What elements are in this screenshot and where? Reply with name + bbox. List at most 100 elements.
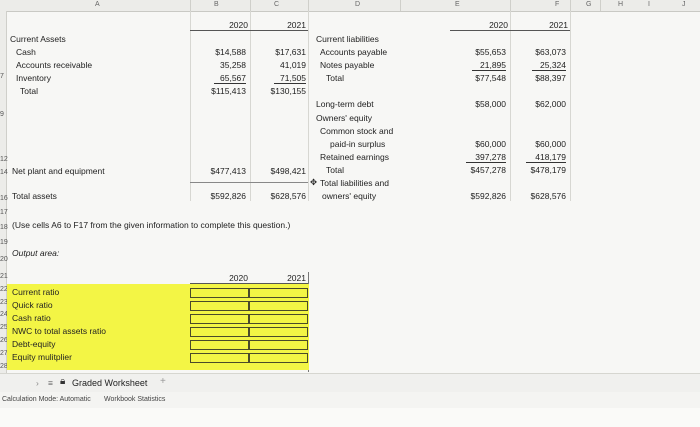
ltd-2021[interactable]: $62,000 — [516, 99, 566, 109]
net-plant-2021[interactable]: $498,421 — [256, 166, 306, 176]
year-2020-left[interactable]: 2020 — [210, 20, 248, 30]
answer-input-nwc-2021[interactable] — [249, 327, 308, 337]
ratio-nwc[interactable]: NWC to total assets ratio — [12, 326, 106, 336]
answer-input-em-2020[interactable] — [190, 353, 249, 363]
cl-total-2020[interactable]: $77,548 — [456, 73, 506, 83]
col-h[interactable]: H — [618, 1, 623, 8]
ca-total-2021[interactable]: $130,155 — [256, 86, 306, 96]
cash-label[interactable]: Cash — [16, 47, 36, 57]
common-stock-label-1[interactable]: Common stock and — [320, 126, 393, 136]
ltd-2020[interactable]: $58,000 — [456, 99, 506, 109]
net-plant-label[interactable]: Net plant and equipment — [12, 166, 105, 176]
row-num[interactable]: 12 — [0, 156, 8, 163]
col-d[interactable]: D — [355, 1, 360, 8]
inventory-2020[interactable]: 65,567 — [214, 73, 246, 84]
output-year-2020[interactable]: 2020 — [214, 273, 248, 283]
row-num[interactable]: 21 — [0, 273, 8, 280]
scroll-right-icon[interactable]: › — [36, 378, 39, 388]
owners-equity-label[interactable]: Owners' equity — [316, 113, 372, 123]
output-year-2021[interactable]: 2021 — [272, 273, 306, 283]
col-c[interactable]: C — [274, 1, 279, 8]
ca-total-2020[interactable]: $115,413 — [196, 86, 246, 96]
answer-input-quick-2020[interactable] — [190, 301, 249, 311]
equity-total-2021[interactable]: $478,179 — [516, 165, 566, 175]
cl-total-label[interactable]: Total — [326, 73, 344, 83]
np-label[interactable]: Notes payable — [320, 60, 374, 70]
np-2021[interactable]: 25,324 — [532, 60, 566, 71]
add-sheet-button[interactable]: + — [160, 377, 166, 387]
lock-icon: 🔒︎ — [60, 376, 66, 387]
ar-2020[interactable]: 35,258 — [196, 60, 246, 70]
row-num[interactable]: 20 — [0, 256, 8, 263]
ratio-cash[interactable]: Cash ratio — [12, 313, 51, 323]
cl-total-2021[interactable]: $88,397 — [516, 73, 566, 83]
equity-total-label[interactable]: Total — [326, 165, 344, 175]
year-2020-right[interactable]: 2020 — [470, 20, 508, 30]
row-num[interactable]: 16 — [0, 195, 8, 202]
current-assets-label[interactable]: Current Assets — [10, 34, 66, 44]
col-j[interactable]: J — [682, 1, 686, 8]
row-num[interactable]: 17 — [0, 209, 8, 216]
common-2021[interactable]: $60,000 — [516, 139, 566, 149]
total-le-label-1[interactable]: Total liabilities and — [320, 178, 389, 188]
ltd-label[interactable]: Long-term debt — [316, 99, 374, 109]
retained-label[interactable]: Retained earnings — [320, 152, 389, 162]
total-assets-label[interactable]: Total assets — [12, 191, 57, 201]
col-b[interactable]: B — [214, 1, 219, 8]
col-g[interactable]: G — [586, 1, 591, 8]
row-num[interactable]: 7 — [0, 73, 4, 80]
ratio-current[interactable]: Current ratio — [12, 287, 59, 297]
sheet-list-icon[interactable]: ≡ — [48, 378, 53, 388]
year-2021-right[interactable]: 2021 — [530, 20, 568, 30]
row-num[interactable]: 9 — [0, 111, 4, 118]
answer-input-em-2021[interactable] — [249, 353, 308, 363]
row-num[interactable]: 18 — [0, 224, 8, 231]
answer-input-current-2021[interactable] — [249, 288, 308, 298]
total-assets-2020[interactable]: $592,826 — [196, 191, 246, 201]
ap-2020[interactable]: $55,653 — [456, 47, 506, 57]
retained-2020[interactable]: 397,278 — [466, 152, 506, 163]
answer-input-de-2021[interactable] — [249, 340, 308, 350]
row-num[interactable]: 19 — [0, 239, 8, 246]
np-2020[interactable]: 21,895 — [472, 60, 506, 71]
col-a[interactable]: A — [95, 1, 100, 8]
instruction-text[interactable]: (Use cells A6 to F17 from the given info… — [12, 220, 290, 230]
year-2021-left[interactable]: 2021 — [270, 20, 306, 30]
answer-input-de-2020[interactable] — [190, 340, 249, 350]
answer-input-cash-2021[interactable] — [249, 314, 308, 324]
ratio-quick[interactable]: Quick ratio — [12, 300, 53, 310]
workbook-statistics[interactable]: Workbook Statistics — [104, 395, 165, 405]
ratio-equity-multiplier[interactable]: Equity mulitplier — [12, 352, 72, 362]
inventory-label[interactable]: Inventory — [16, 73, 51, 83]
ar-2021[interactable]: 41,019 — [256, 60, 306, 70]
ratio-debt-equity[interactable]: Debt-equity — [12, 339, 55, 349]
retained-2021[interactable]: 418,179 — [526, 152, 566, 163]
common-2020[interactable]: $60,000 — [456, 139, 506, 149]
answer-input-quick-2021[interactable] — [249, 301, 308, 311]
answer-input-current-2020[interactable] — [190, 288, 249, 298]
ap-label[interactable]: Accounts payable — [320, 47, 387, 57]
sheet-tab-graded-worksheet[interactable]: Graded Worksheet — [72, 378, 147, 388]
output-area-label[interactable]: Output area: — [12, 248, 59, 258]
calc-mode[interactable]: Calculation Mode: Automatic — [2, 395, 91, 405]
total-assets-2021[interactable]: $628,576 — [256, 191, 306, 201]
common-stock-label-2[interactable]: paid-in surplus — [330, 139, 385, 149]
total-le-label-2[interactable]: owners' equity — [322, 191, 376, 201]
answer-input-cash-2020[interactable] — [190, 314, 249, 324]
ar-label[interactable]: Accounts receivable — [16, 60, 92, 70]
inventory-2021[interactable]: 71,505 — [274, 73, 306, 84]
col-i[interactable]: I — [648, 1, 650, 8]
ap-2021[interactable]: $63,073 — [516, 47, 566, 57]
total-le-2020[interactable]: $592,826 — [456, 191, 506, 201]
net-plant-2020[interactable]: $477,413 — [196, 166, 246, 176]
col-f[interactable]: F — [555, 1, 559, 8]
answer-input-nwc-2020[interactable] — [190, 327, 249, 337]
current-liabilities-label[interactable]: Current liabilities — [316, 34, 379, 44]
row-num[interactable]: 14 — [0, 169, 8, 176]
cash-2021[interactable]: $17,631 — [256, 47, 306, 57]
ca-total-label[interactable]: Total — [20, 86, 38, 96]
total-le-2021[interactable]: $628,576 — [516, 191, 566, 201]
cash-2020[interactable]: $14,588 — [196, 47, 246, 57]
col-e[interactable]: E — [455, 1, 460, 8]
equity-total-2020[interactable]: $457,278 — [456, 165, 506, 175]
